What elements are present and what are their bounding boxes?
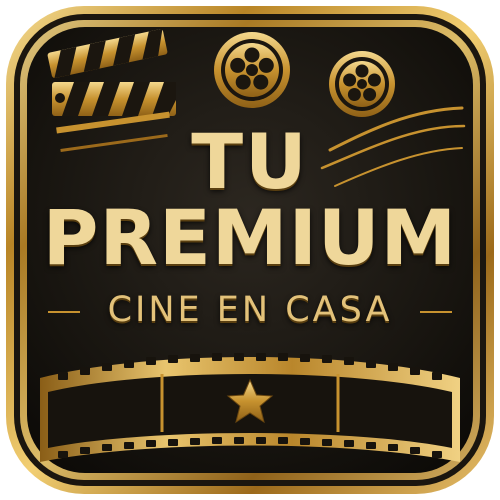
title-line-2: PREMIUM <box>42 193 458 282</box>
app-logo: TU PREMIUM CINE EN CASA <box>0 0 500 500</box>
film-reel-icon <box>214 32 290 108</box>
title-line-1: TU <box>191 117 309 206</box>
subtitle: CINE EN CASA <box>107 290 393 330</box>
film-reel-icon-2 <box>329 51 395 117</box>
